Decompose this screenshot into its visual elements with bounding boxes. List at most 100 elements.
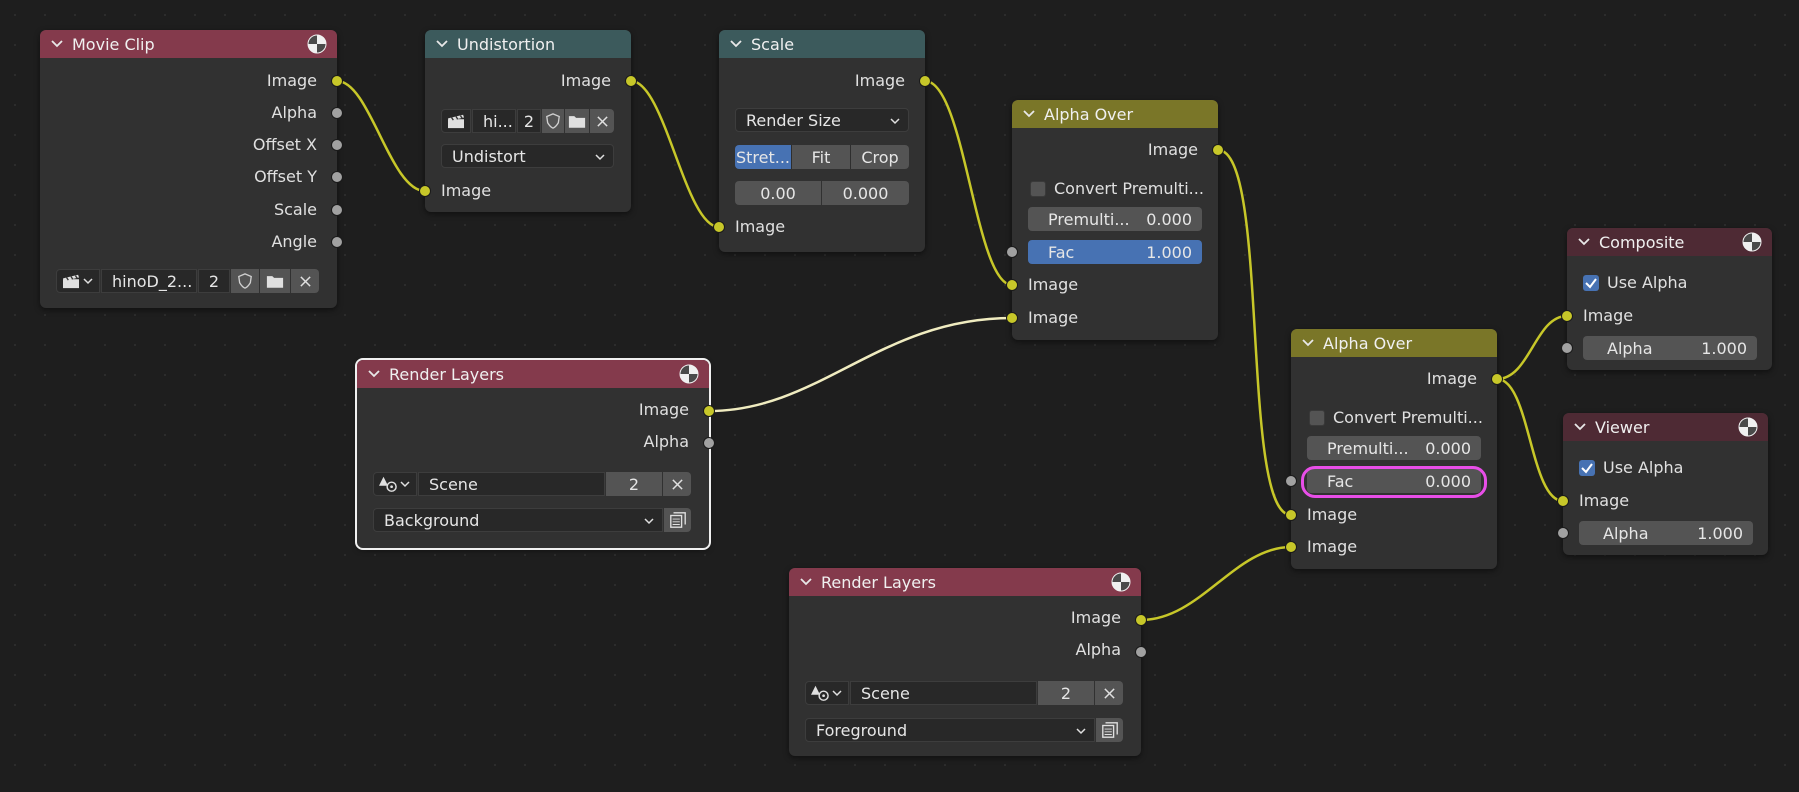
fake-user-button[interactable] <box>542 109 564 133</box>
frame-mode-selector[interactable]: Stret... Fit Crop <box>735 145 909 169</box>
premultiplied-field[interactable]: Premulti... 0.000 <box>1307 436 1481 460</box>
input-socket-image[interactable] <box>1561 310 1573 322</box>
output-socket-image[interactable] <box>919 75 931 87</box>
output-socket-image[interactable] <box>1212 144 1224 156</box>
convert-premultiplied-checkbox[interactable] <box>1309 410 1325 426</box>
render-layer-button[interactable] <box>1096 718 1123 742</box>
convert-premultiplied-checkbox[interactable] <box>1030 181 1046 197</box>
input-socket-alpha[interactable] <box>1557 527 1569 539</box>
output-socket-image[interactable] <box>703 405 715 417</box>
output-socket-scale[interactable] <box>331 204 343 216</box>
node-header[interactable]: Alpha Over <box>1291 329 1497 357</box>
node-header[interactable]: Scale <box>719 30 925 58</box>
fake-user-button[interactable] <box>231 269 259 293</box>
output-socket-image[interactable] <box>625 75 637 87</box>
scene-users-count[interactable]: 2 <box>1038 681 1094 705</box>
scene-name-field[interactable]: Scene <box>418 472 605 496</box>
use-alpha-checkbox[interactable] <box>1579 460 1595 476</box>
input-socket-image-2[interactable] <box>1006 312 1018 324</box>
node-alpha-over-2[interactable]: Alpha Over Image Convert Premulti... Pre… <box>1285 329 1503 569</box>
open-clip-button[interactable] <box>565 109 589 133</box>
output-socket-alpha[interactable] <box>703 437 715 449</box>
chevron-down-icon[interactable] <box>1301 336 1315 350</box>
node-render-layers-foreground[interactable]: Render Layers Image Alpha Scene 2 Foregr… <box>789 568 1147 756</box>
node-scale[interactable]: Scale Image Render Size Stret... Fit Cro… <box>713 30 931 252</box>
output-socket-alpha[interactable] <box>1135 646 1147 658</box>
mode-stretch-button[interactable]: Stret... <box>735 145 792 169</box>
view-layer-dropdown[interactable]: Background <box>373 508 663 532</box>
node-composite[interactable]: Composite Use Alpha Image Alpha 1.000 <box>1561 228 1772 370</box>
output-socket-image[interactable] <box>1135 614 1147 626</box>
chevron-down-icon[interactable] <box>50 37 64 51</box>
node-header[interactable]: Render Layers <box>357 360 709 388</box>
scene-users-count[interactable]: 2 <box>606 472 662 496</box>
input-socket-image-2[interactable] <box>1285 541 1297 553</box>
preview-globe-icon[interactable] <box>307 34 327 54</box>
alpha-field[interactable]: Alpha 1.000 <box>1583 336 1757 360</box>
output-socket-image[interactable] <box>1491 373 1503 385</box>
input-socket-image-1[interactable] <box>1006 279 1018 291</box>
node-header[interactable]: Composite <box>1567 228 1772 256</box>
node-header[interactable]: Render Layers <box>789 568 1141 596</box>
distortion-mode-dropdown[interactable]: Undistort <box>441 144 614 168</box>
node-viewer[interactable]: Viewer Use Alpha Image Alpha 1.000 <box>1557 413 1768 555</box>
preview-globe-icon[interactable] <box>1742 232 1762 252</box>
render-layer-button[interactable] <box>664 508 691 532</box>
scene-name-field[interactable]: Scene <box>850 681 1037 705</box>
input-socket-image-1[interactable] <box>1285 509 1297 521</box>
fac-slider[interactable]: Fac 1.000 <box>1028 240 1202 264</box>
output-socket-angle[interactable] <box>331 236 343 248</box>
input-socket-fac[interactable] <box>1006 246 1018 258</box>
node-header[interactable]: Movie Clip <box>40 30 337 58</box>
clip-name-field[interactable]: hinoD_2... <box>101 269 197 293</box>
clip-name-field[interactable]: hi... <box>472 109 516 133</box>
preview-globe-icon[interactable] <box>679 364 699 384</box>
open-clip-button[interactable] <box>260 269 290 293</box>
chevron-down-icon[interactable] <box>1022 107 1036 121</box>
clip-users-count[interactable]: 2 <box>517 109 541 133</box>
node-header[interactable]: Viewer <box>1563 413 1768 441</box>
node-header[interactable]: Undistortion <box>425 30 631 58</box>
input-socket-fac[interactable] <box>1285 475 1297 487</box>
scene-browse-button[interactable] <box>373 472 417 496</box>
check-icon <box>1583 275 1599 291</box>
unlink-clip-button[interactable] <box>291 269 319 293</box>
output-socket-image[interactable] <box>331 75 343 87</box>
node-movie-clip[interactable]: Movie Clip Image Alpha Offset X Offset Y… <box>40 30 343 308</box>
use-alpha-checkbox[interactable] <box>1583 275 1599 291</box>
scene-browse-button[interactable] <box>805 681 849 705</box>
input-socket-image[interactable] <box>713 221 725 233</box>
unlink-scene-button[interactable] <box>1095 681 1123 705</box>
chevron-down-icon[interactable] <box>1577 235 1591 249</box>
preview-globe-icon[interactable] <box>1738 417 1758 437</box>
output-socket-offset-y[interactable] <box>331 171 343 183</box>
mode-fit-button[interactable]: Fit <box>792 145 851 169</box>
clip-browse-button[interactable] <box>56 269 100 293</box>
input-socket-image[interactable] <box>419 185 431 197</box>
view-layer-dropdown[interactable]: Foreground <box>805 718 1095 742</box>
offset-x-field[interactable]: 0.00 <box>735 181 821 205</box>
node-undistortion[interactable]: Undistortion Image hi... 2 Undistort Ima… <box>419 30 637 212</box>
offset-y-field[interactable]: 0.000 <box>822 181 909 205</box>
chevron-down-icon[interactable] <box>367 367 381 381</box>
unlink-scene-button[interactable] <box>663 472 691 496</box>
preview-globe-icon[interactable] <box>1111 572 1131 592</box>
output-socket-alpha[interactable] <box>331 107 343 119</box>
node-render-layers-background[interactable]: Render Layers Image Alpha Scene 2 Backgr… <box>355 358 715 550</box>
input-socket-image[interactable] <box>1557 495 1569 507</box>
unlink-clip-button[interactable] <box>590 109 614 133</box>
clip-browse-button[interactable] <box>441 109 471 133</box>
clip-users-count[interactable]: 2 <box>198 269 230 293</box>
input-socket-alpha[interactable] <box>1561 342 1573 354</box>
node-alpha-over-1[interactable]: Alpha Over Image Convert Premulti... Pre… <box>1006 100 1224 340</box>
chevron-down-icon[interactable] <box>729 37 743 51</box>
mode-crop-button[interactable]: Crop <box>851 145 909 169</box>
premultiplied-field[interactable]: Premulti... 0.000 <box>1028 207 1202 231</box>
output-socket-offset-x[interactable] <box>331 139 343 151</box>
chevron-down-icon[interactable] <box>799 575 813 589</box>
node-header[interactable]: Alpha Over <box>1012 100 1218 128</box>
chevron-down-icon[interactable] <box>435 37 449 51</box>
space-dropdown[interactable]: Render Size <box>735 108 909 132</box>
alpha-field[interactable]: Alpha 1.000 <box>1579 521 1753 545</box>
chevron-down-icon[interactable] <box>1573 420 1587 434</box>
